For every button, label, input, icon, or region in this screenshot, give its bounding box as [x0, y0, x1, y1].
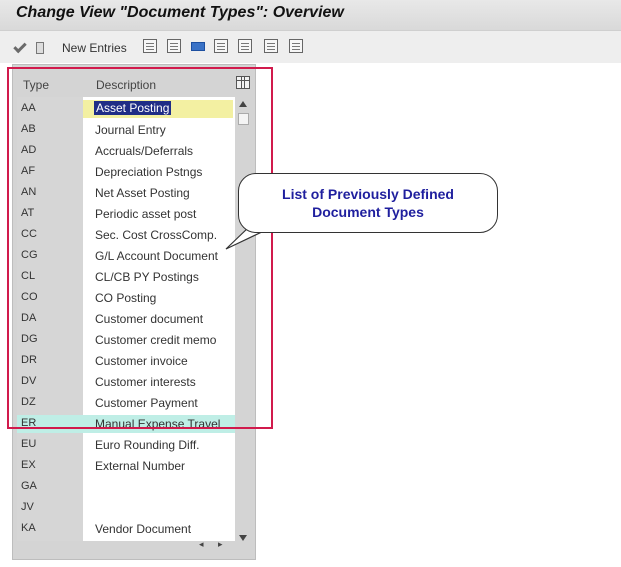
table-row[interactable]: AB Journal Entry: [13, 120, 235, 141]
scroll-up-icon[interactable]: [239, 101, 247, 107]
check-icon[interactable]: [13, 39, 27, 54]
cell-type: EX: [21, 459, 36, 471]
cell-type: DA: [21, 312, 37, 324]
callout-text-line1: List of Previously Defined: [282, 186, 454, 202]
cell-type: CO: [21, 291, 38, 303]
table-row[interactable]: GA: [13, 477, 235, 498]
table-row[interactable]: DG Customer credit memo: [13, 330, 235, 351]
cell-type: AN: [21, 186, 37, 198]
select-all-icon[interactable]: [191, 42, 205, 51]
table-row[interactable]: CC Sec. Cost CrossComp.: [13, 225, 235, 246]
cell-description[interactable]: External Number: [95, 459, 185, 473]
callout-text-line2: Document Types: [312, 204, 424, 220]
cell-type: JV: [21, 501, 34, 513]
cell-description[interactable]: Customer Payment: [95, 396, 198, 410]
table-row[interactable]: AF Depreciation Pstngs: [13, 162, 235, 183]
column-header-type[interactable]: Type: [23, 78, 49, 92]
configure-icon[interactable]: [289, 39, 303, 53]
table-row[interactable]: AN Net Asset Posting: [13, 183, 235, 204]
cell-type: DR: [21, 354, 37, 366]
cell-description[interactable]: Net Asset Posting: [95, 186, 190, 200]
table-header: Type Description: [13, 65, 255, 97]
scroll-thumb[interactable]: [238, 113, 249, 125]
table-row[interactable]: DV Customer interests: [13, 372, 235, 393]
cell-type: CG: [21, 249, 38, 261]
application-toolbar: New Entries: [0, 30, 621, 63]
callout-bubble: List of Previously Defined Document Type…: [238, 173, 498, 233]
table-row[interactable]: ER Manual Expense Travel: [13, 414, 235, 435]
scroll-down-icon[interactable]: [239, 535, 247, 541]
horizontal-scroll-icons[interactable]: ◂ ▸: [199, 539, 229, 550]
cell-description[interactable]: Manual Expense Travel: [95, 417, 220, 431]
cell-description[interactable]: Depreciation Pstngs: [95, 165, 202, 179]
vertical-scrollbar[interactable]: [236, 99, 250, 543]
cell-type: DG: [21, 333, 38, 345]
cell-type: CL: [21, 270, 36, 282]
table-row[interactable]: EX External Number: [13, 456, 235, 477]
new-entries-button[interactable]: New Entries: [62, 41, 127, 55]
cell-description[interactable]: Customer document: [95, 312, 203, 326]
table-row[interactable]: AT Periodic asset post: [13, 204, 235, 225]
cell-type: KA: [21, 522, 36, 534]
deselect-all-icon[interactable]: [238, 39, 252, 53]
cell-type: DZ: [21, 396, 36, 408]
print-icon[interactable]: [264, 39, 278, 53]
cell-description[interactable]: Customer invoice: [95, 354, 188, 368]
table-row[interactable]: DA Customer document: [13, 309, 235, 330]
cell-description[interactable]: CO Posting: [95, 291, 156, 305]
cell-description[interactable]: Journal Entry: [95, 123, 166, 137]
cell-description[interactable]: Customer credit memo: [95, 333, 216, 347]
cell-type: GA: [21, 480, 37, 492]
select-block-icon[interactable]: [214, 39, 228, 53]
cell-type: DV: [21, 375, 37, 387]
cell-type: ER: [21, 417, 37, 429]
table-row[interactable]: CG G/L Account Document: [13, 246, 235, 267]
table-row[interactable]: DZ Customer Payment: [13, 393, 235, 414]
table-row[interactable]: EU Euro Rounding Diff.: [13, 435, 235, 456]
table-row[interactable]: DR Customer invoice: [13, 351, 235, 372]
details-icon[interactable]: [36, 42, 44, 54]
cell-type: EU: [21, 438, 37, 450]
copy-icon[interactable]: [143, 39, 157, 53]
cell-description[interactable]: CL/CB PY Postings: [95, 270, 199, 284]
cell-description[interactable]: Periodic asset post: [95, 207, 196, 221]
table-row[interactable]: JV: [13, 498, 235, 519]
column-header-description[interactable]: Description: [96, 78, 156, 92]
cell-description[interactable]: Vendor Document: [95, 522, 191, 536]
cell-type: AD: [21, 144, 37, 156]
cell-type: AF: [21, 165, 36, 177]
cell-type: CC: [21, 228, 37, 240]
table-row[interactable]: KA Vendor Document: [13, 519, 235, 540]
cell-description[interactable]: Asset Posting: [94, 101, 172, 115]
cell-type: AA: [21, 102, 36, 114]
delete-icon[interactable]: [167, 39, 181, 53]
cell-description[interactable]: Accruals/Deferrals: [95, 144, 193, 158]
document-types-table: Type Description AA Asset Posting AB Journa…: [12, 64, 256, 560]
cell-description[interactable]: Euro Rounding Diff.: [95, 438, 200, 452]
cell-description[interactable]: Sec. Cost CrossComp.: [95, 228, 217, 242]
table-row[interactable]: AD Accruals/Deferrals: [13, 141, 235, 162]
table-row[interactable]: CO CO Posting: [13, 288, 235, 309]
cell-type: AT: [21, 207, 35, 219]
cell-description[interactable]: G/L Account Document: [95, 249, 218, 263]
table-row[interactable]: CL CL/CB PY Postings: [13, 267, 235, 288]
cell-type: AB: [21, 123, 36, 135]
table-row[interactable]: AA Asset Posting: [13, 99, 235, 120]
table-settings-icon[interactable]: [236, 76, 250, 89]
window-title: Change View "Document Types": Overview: [16, 4, 344, 21]
cell-description[interactable]: Customer interests: [95, 375, 196, 389]
title-bar: Change View "Document Types": Overview: [0, 0, 621, 30]
